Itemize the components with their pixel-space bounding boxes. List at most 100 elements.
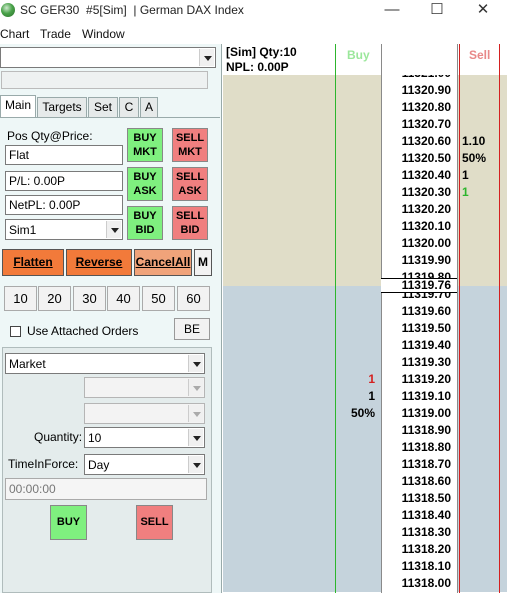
price-cell[interactable]: 11320.50 bbox=[381, 150, 457, 167]
ladder-row[interactable]: 1 11319.20 bbox=[223, 371, 507, 388]
sell-cell[interactable] bbox=[459, 99, 499, 116]
buy-cell[interactable] bbox=[335, 558, 375, 575]
buy-cell[interactable] bbox=[335, 167, 375, 184]
flatten-button[interactable]: Flatten bbox=[2, 249, 64, 276]
sell-cell[interactable] bbox=[459, 439, 499, 456]
price-cell[interactable]: 11318.20 bbox=[381, 541, 457, 558]
price-cell[interactable]: 11318.70 bbox=[381, 456, 457, 473]
minimize-button[interactable]: — bbox=[369, 0, 415, 22]
buy-cell[interactable] bbox=[335, 541, 375, 558]
buy-cell[interactable] bbox=[335, 184, 375, 201]
ladder-row[interactable]: 11319.40 bbox=[223, 337, 507, 354]
buy-cell[interactable] bbox=[335, 456, 375, 473]
sell-cell[interactable] bbox=[459, 116, 499, 133]
price-cell[interactable]: 11318.60 bbox=[381, 473, 457, 490]
buy-cell[interactable] bbox=[335, 422, 375, 439]
ladder-row[interactable]: 11318.10 bbox=[223, 558, 507, 575]
buy-cell[interactable] bbox=[335, 320, 375, 337]
qty-preset-30[interactable]: 30 bbox=[73, 286, 106, 311]
sell-bid-button[interactable]: SELL BID bbox=[172, 206, 208, 240]
tab-set[interactable]: Set bbox=[88, 97, 118, 117]
sell-cell[interactable] bbox=[459, 405, 499, 422]
ladder-row[interactable]: 11319.30 bbox=[223, 354, 507, 371]
symbol-combo[interactable] bbox=[0, 47, 216, 68]
ladder-row[interactable]: 11320.90 bbox=[223, 82, 507, 99]
sell-cell[interactable] bbox=[459, 320, 499, 337]
price-cell[interactable]: 11318.90 bbox=[381, 422, 457, 439]
price-cell[interactable]: 11320.20 bbox=[381, 201, 457, 218]
sell-cell[interactable] bbox=[459, 558, 499, 575]
ladder-row[interactable]: 11318.40 bbox=[223, 507, 507, 524]
price-cell[interactable]: 11320.30 bbox=[381, 184, 457, 201]
buy-cell[interactable]: 1 bbox=[335, 371, 375, 388]
ladder-row[interactable]: 11320.50 50% bbox=[223, 150, 507, 167]
qty-preset-10[interactable]: 10 bbox=[4, 286, 37, 311]
tab-targets[interactable]: Targets bbox=[37, 97, 87, 117]
sell-cell[interactable] bbox=[459, 201, 499, 218]
price-cell[interactable]: 11320.00 bbox=[381, 235, 457, 252]
ladder-row[interactable]: 11319.50 bbox=[223, 320, 507, 337]
sell-cell[interactable] bbox=[459, 269, 499, 286]
sell-cell[interactable] bbox=[459, 473, 499, 490]
ladder-row[interactable]: 11320.70 bbox=[223, 116, 507, 133]
buy-cell[interactable] bbox=[335, 286, 375, 303]
qty-preset-20[interactable]: 20 bbox=[38, 286, 71, 311]
qty-preset-50[interactable]: 50 bbox=[142, 286, 175, 311]
price-cell[interactable]: 11318.50 bbox=[381, 490, 457, 507]
sell-cell[interactable] bbox=[459, 218, 499, 235]
sell-cell[interactable] bbox=[459, 371, 499, 388]
ladder-row[interactable]: 11319.80 bbox=[223, 269, 507, 286]
ladder-row[interactable]: 11318.20 bbox=[223, 541, 507, 558]
sell-cell[interactable] bbox=[459, 354, 499, 371]
price-cell[interactable]: 11320.60 bbox=[381, 133, 457, 150]
m-button[interactable]: M bbox=[194, 249, 212, 276]
sell-ask-button[interactable]: SELL ASK bbox=[172, 167, 208, 201]
ladder-row[interactable]: 11320.00 bbox=[223, 235, 507, 252]
price-cell[interactable]: 11318.40 bbox=[381, 507, 457, 524]
tab-main[interactable]: Main bbox=[0, 95, 36, 118]
sell-cell[interactable]: 1 bbox=[459, 167, 499, 184]
ladder-row[interactable]: 11319.90 bbox=[223, 252, 507, 269]
sell-cell[interactable] bbox=[459, 337, 499, 354]
sell-cell[interactable] bbox=[459, 575, 499, 592]
buy-cell[interactable]: 1 bbox=[335, 388, 375, 405]
price-cell[interactable]: 11318.10 bbox=[381, 558, 457, 575]
tab-c[interactable]: C bbox=[119, 97, 139, 117]
menu-trade[interactable]: Trade bbox=[40, 27, 71, 41]
ladder-row[interactable]: 11318.60 bbox=[223, 473, 507, 490]
price-cell[interactable]: 11318.00 bbox=[381, 575, 457, 592]
cancel-all-button[interactable]: CancelAll bbox=[134, 249, 192, 276]
buy-cell[interactable] bbox=[335, 218, 375, 235]
reverse-button[interactable]: Reverse bbox=[66, 249, 132, 276]
quantity-combo[interactable]: 10 bbox=[84, 427, 205, 448]
buy-cell[interactable] bbox=[335, 116, 375, 133]
account-combo[interactable]: Sim1 bbox=[5, 219, 123, 240]
breakeven-button[interactable]: BE bbox=[174, 318, 210, 340]
price-cell[interactable]: 11319.20 bbox=[381, 371, 457, 388]
ladder-row[interactable]: 1 11319.10 bbox=[223, 388, 507, 405]
buy-bid-button[interactable]: BUY BID bbox=[127, 206, 163, 240]
ladder-row[interactable]: 11320.40 1 bbox=[223, 167, 507, 184]
attached-orders-checkbox[interactable] bbox=[10, 326, 21, 337]
sell-cell[interactable]: 50% bbox=[459, 150, 499, 167]
buy-cell[interactable] bbox=[335, 133, 375, 150]
buy-cell[interactable] bbox=[335, 150, 375, 167]
sell-cell[interactable] bbox=[459, 82, 499, 99]
maximize-button[interactable]: ☐ bbox=[414, 0, 460, 22]
ladder-row[interactable]: 11320.10 bbox=[223, 218, 507, 235]
price-cell[interactable]: 11319.90 bbox=[381, 252, 457, 269]
ladder-row[interactable]: 11318.70 bbox=[223, 456, 507, 473]
sell-cell[interactable]: 1.10 bbox=[459, 133, 499, 150]
price-cell[interactable]: 11320.40 bbox=[381, 167, 457, 184]
order-type-combo[interactable]: Market bbox=[5, 353, 205, 374]
buy-cell[interactable]: 50% bbox=[335, 405, 375, 422]
ladder-row[interactable]: 11319.70 bbox=[223, 286, 507, 303]
sell-cell[interactable] bbox=[459, 490, 499, 507]
price-cell[interactable]: 11318.80 bbox=[381, 439, 457, 456]
buy-cell[interactable] bbox=[335, 507, 375, 524]
sell-market-button[interactable]: SELL MKT bbox=[172, 128, 208, 162]
buy-ask-button[interactable]: BUY ASK bbox=[127, 167, 163, 201]
buy-cell[interactable] bbox=[335, 439, 375, 456]
sell-cell[interactable]: 1 bbox=[459, 184, 499, 201]
buy-cell[interactable] bbox=[335, 524, 375, 541]
